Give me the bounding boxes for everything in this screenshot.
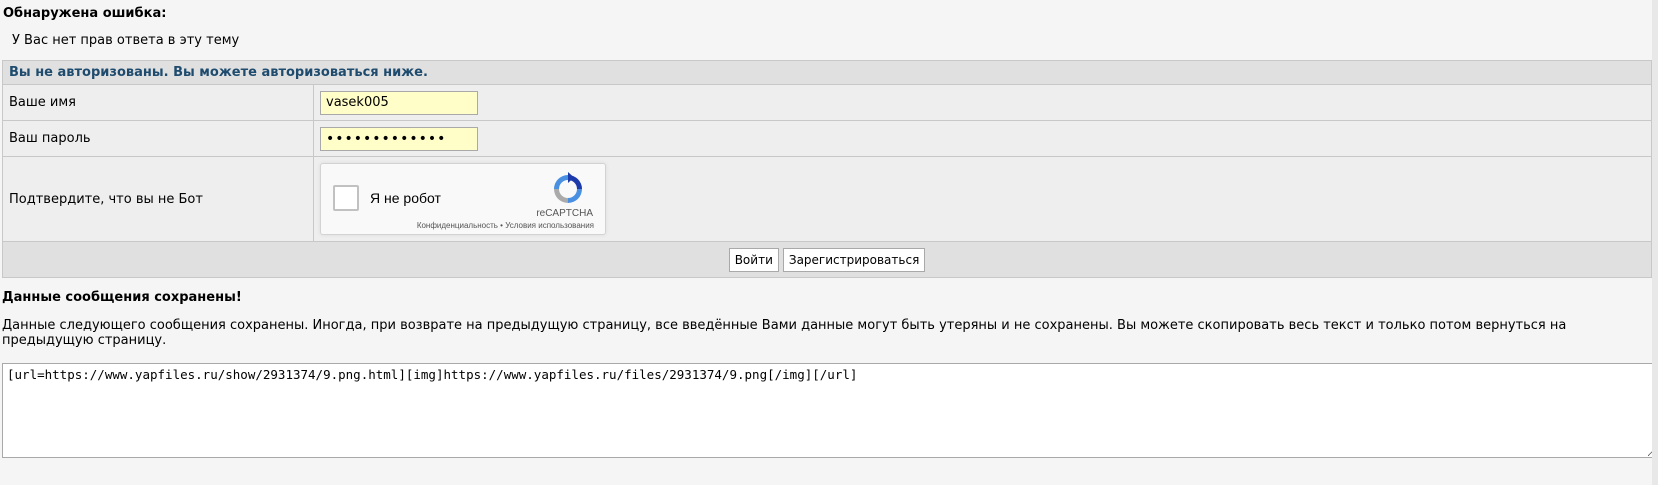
- saved-title: Данные сообщения сохранены!: [2, 290, 242, 305]
- captcha-row: Подтвердите, что вы не Бот Я не робот re…: [3, 157, 1651, 242]
- password-field-cell: •••••••••••••: [314, 121, 478, 156]
- recaptcha-logo-icon: [554, 172, 582, 203]
- recaptcha-checkbox-label: Я не робот: [370, 190, 441, 206]
- password-label: Ваш пароль: [3, 121, 314, 156]
- register-button[interactable]: Зарегистрироваться: [782, 247, 926, 272]
- login-button[interactable]: Войти: [728, 247, 779, 272]
- name-input[interactable]: [320, 90, 478, 115]
- error-title: Обнаружена ошибка:: [3, 6, 167, 21]
- name-field-cell: [314, 85, 478, 120]
- recaptcha-widget: Я не робот reCAPTCHA Конфиденциальность …: [320, 163, 606, 235]
- saved-description: Данные следующего сообщения сохранены. И…: [2, 318, 1567, 348]
- login-header: Вы не авторизованы. Вы можете авторизова…: [3, 61, 1651, 85]
- name-row: Ваше имя: [3, 85, 1651, 121]
- error-message: У Вас нет прав ответа в эту тему: [12, 33, 240, 48]
- captcha-label: Подтвердите, что вы не Бот: [3, 157, 314, 241]
- page-scrollbar[interactable]: [1652, 0, 1658, 485]
- name-label: Ваше имя: [3, 85, 314, 120]
- password-input[interactable]: •••••••••••••: [320, 126, 478, 151]
- recaptcha-checkbox[interactable]: [333, 185, 359, 211]
- recaptcha-links[interactable]: Конфиденциальность • Условия использован…: [417, 221, 594, 230]
- saved-message-textarea[interactable]: [url=https://www.yapfiles.ru/show/293137…: [2, 363, 1657, 458]
- form-buttons: Войти Зарегистрироваться: [3, 242, 1651, 277]
- password-row: Ваш пароль •••••••••••••: [3, 121, 1651, 157]
- captcha-field-cell: Я не робот reCAPTCHA Конфиденциальность …: [314, 157, 606, 241]
- login-form: Вы не авторизованы. Вы можете авторизова…: [2, 60, 1652, 278]
- recaptcha-brand: reCAPTCHA: [536, 208, 593, 219]
